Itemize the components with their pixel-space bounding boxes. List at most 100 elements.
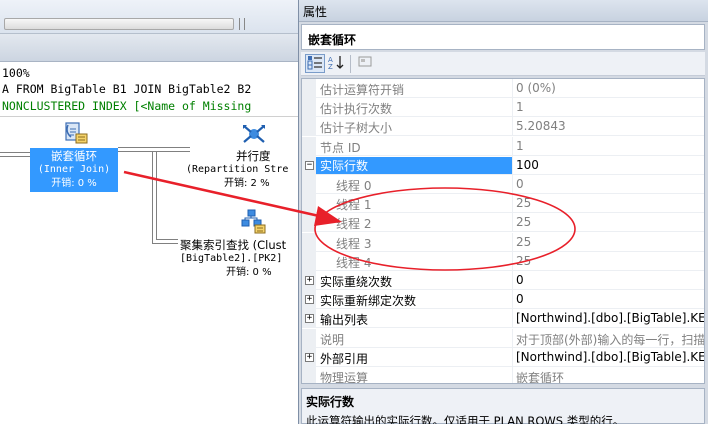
property-value[interactable]: 1 [516,100,704,114]
connector-line [152,243,178,244]
operator-cost: 开销: 2 % [224,178,270,189]
property-name: 输出列表 [320,313,369,328]
property-row[interactable]: 线程 0 0 [302,175,704,194]
parallelism-label[interactable]: 并行度 (Repartition Stre 开销: 2 % [186,149,298,191]
column-divider [512,117,513,137]
property-value[interactable]: [Northwind].[dbo].[BigTable].KEY, [516,311,704,325]
property-row[interactable]: 估计运算符开销 0 (0%) [302,79,704,98]
column-divider [512,213,513,233]
operator-cost: 开销: 0 % [226,267,272,278]
column-divider [512,79,513,98]
connector-line [0,156,30,157]
property-row[interactable]: + 外部引用 [Northwind].[dbo].[BigTable].KEY [302,347,704,367]
property-row[interactable]: 节点 ID 1 [302,136,704,156]
svg-text:Z: Z [328,63,333,70]
categorized-icon[interactable] [305,54,325,73]
description-title: 实际行数 [306,395,355,409]
property-row[interactable]: 线程 3 25 [302,232,704,252]
property-row-gutter [302,367,316,383]
selected-object-name[interactable]: 嵌套循环 [301,24,705,50]
property-name: 线程 2 [336,217,372,232]
operator-title: 并行度 [236,149,271,163]
property-row[interactable]: 线程 2 25 [302,213,704,233]
alphabetical-icon[interactable]: AZ [327,54,347,73]
clustered-index-seek-icon[interactable] [240,208,266,234]
operator-subtitle: [BigTable2].[PK2] [180,253,283,264]
nested-loop-label[interactable]: 嵌套循环 (Inner Join) 开销: 0 % [30,148,118,192]
property-row[interactable]: + 输出列表 [Northwind].[dbo].[BigTable].KEY, [302,309,704,329]
column-divider [512,194,513,214]
toolbar-divider [350,55,351,73]
property-row[interactable]: 估计子树大小 5.20843 [302,117,704,137]
property-value[interactable]: 25 [516,215,704,229]
property-row-gutter [302,328,316,348]
property-row[interactable]: 物理运算 嵌套循环 [302,367,704,384]
property-name: 线程 0 [336,179,372,193]
property-row[interactable]: + 实际重绕次数 0 [302,271,704,290]
column-divider [512,136,513,156]
missing-index-hint[interactable]: NONCLUSTERED INDEX [<Name of Missing [2,99,251,113]
property-value[interactable]: 25 [516,235,704,249]
property-row[interactable]: 线程 1 25 [302,194,704,214]
expand-icon[interactable]: + [305,276,314,285]
property-pages-icon[interactable] [355,54,375,73]
property-value[interactable]: [Northwind].[dbo].[BigTable].KEY [516,350,704,364]
property-row-gutter [302,232,316,252]
parallelism-icon[interactable] [242,122,266,146]
property-value[interactable]: 5.20843 [516,119,704,133]
plan-toolbar [0,0,298,34]
property-row[interactable]: + 实际重新绑定次数 0 [302,290,704,310]
property-row[interactable]: 说明 对于顶部(外部)输入的每一行，扫描底 [302,328,704,348]
column-divider [512,290,513,310]
horizontal-scrollbar-thumb[interactable] [4,18,234,30]
property-value[interactable]: 0 [516,292,704,306]
property-row-gutter [302,98,316,118]
property-row[interactable]: − 实际行数 100 [302,155,704,175]
divider [0,116,298,117]
property-row[interactable]: 线程 4 25 [302,251,704,271]
connector-line [0,152,30,153]
property-name: 估计子树大小 [320,121,393,136]
column-divider [512,271,513,290]
scroll-grip-icon[interactable] [239,18,245,30]
expand-icon[interactable]: + [305,352,314,362]
property-value[interactable]: 25 [516,196,704,210]
operator-title: 聚集索引查找 (Clust [180,238,287,252]
property-description-panel: 实际行数 此运算符输出的实际行数。仅适用于 PLAN ROWS 类型的行。 [301,388,705,424]
clustered-index-seek-label[interactable]: 聚集索引查找 (Clust [BigTable2].[PK2] 开销: 0 % [180,238,298,280]
property-name: 实际重绕次数 [320,275,393,289]
property-value[interactable]: 0 (0%) [516,81,704,95]
property-value[interactable]: 100 [516,158,704,172]
property-name: 物理运算 [320,371,369,384]
property-value[interactable]: 对于顶部(外部)输入的每一行，扫描底 [516,331,704,348]
pane-splitter[interactable] [0,34,298,62]
property-value[interactable]: 0 [516,177,704,191]
properties-window[interactable]: 属性 嵌套循环 AZ 估计运算符开销 0 (0%) 估计执行次数 1 估计子树大小 5.2… [298,0,708,424]
query-text: A FROM BigTable B1 JOIN BigTable2 B2 [2,82,252,96]
property-value[interactable]: 1 [516,139,704,153]
property-name: 线程 1 [336,198,372,213]
property-name: 外部引用 [320,351,369,366]
collapse-icon[interactable]: − [305,160,314,170]
property-row[interactable]: 估计执行次数 1 [302,98,704,118]
connector-line [156,239,178,240]
connector-line [156,151,157,239]
operator-subtitle: (Inner Join) [37,164,111,175]
window-title: 属性 [303,5,328,19]
property-value[interactable]: 嵌套循环 [516,369,704,383]
property-grid[interactable]: 估计运算符开销 0 (0%) 估计执行次数 1 估计子树大小 5.20843 节点 ID 1 −… [301,78,705,384]
property-name: 节点 ID [320,140,361,155]
execution-plan-pane[interactable]: 100% A FROM BigTable B1 JOIN BigTable2 B… [0,0,298,424]
property-row-gutter [302,117,316,137]
column-divider [512,98,513,118]
properties-title-bar[interactable]: 属性 [299,0,708,22]
column-divider [512,175,513,194]
property-name: 估计执行次数 [320,102,393,117]
property-value[interactable]: 25 [516,254,704,268]
property-name: 说明 [320,332,345,347]
operator-subtitle: (Repartition Stre [186,164,289,175]
expand-icon[interactable]: + [305,314,314,324]
plan-zoom-level: 100% [2,66,30,80]
expand-icon[interactable]: + [305,295,314,305]
property-value[interactable]: 0 [516,273,704,287]
